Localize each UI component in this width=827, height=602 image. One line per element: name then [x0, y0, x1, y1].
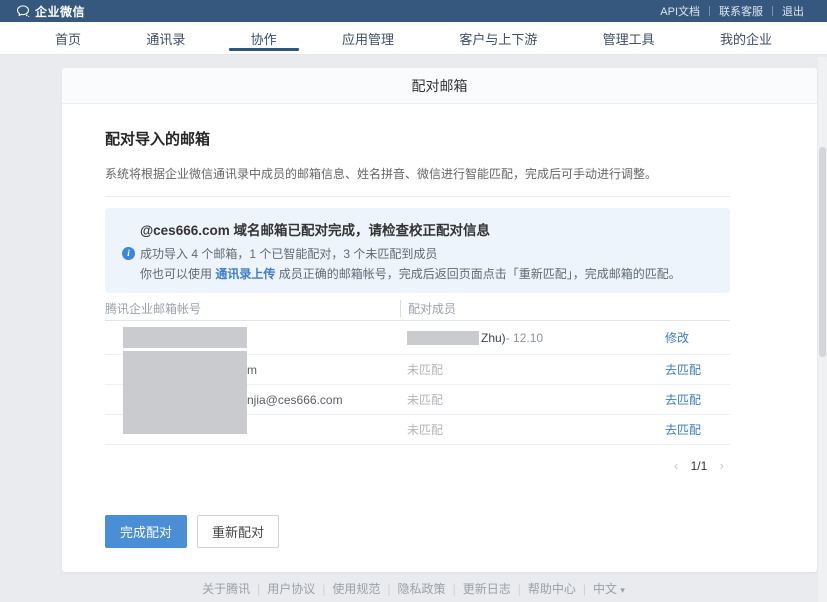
- status-unmatched: 未匹配: [407, 421, 443, 438]
- modify-link[interactable]: 修改: [665, 331, 689, 345]
- pairing-table: 腾讯企业邮箱帐号 配对成员 Zhu) - 12.10 修改 m 未匹配 去匹配 …: [105, 300, 730, 445]
- language-selector[interactable]: 中文 ▾: [593, 582, 625, 596]
- footer-link-rules[interactable]: 使用规范: [332, 582, 380, 596]
- brand[interactable]: 企业微信: [16, 3, 85, 20]
- redacted-member-name: [407, 331, 479, 345]
- section-heading: 配对导入的邮箱: [105, 128, 730, 149]
- pairing-card: 配对邮箱 配对导入的邮箱 系统将根据企业微信通讯录中成员的邮箱信息、姓名拼音、微…: [62, 68, 817, 572]
- status-unmatched: 未匹配: [407, 361, 443, 378]
- topbar-link-api-docs[interactable]: API文档: [651, 3, 709, 19]
- footer: 关于腾讯 | 用户协议 | 使用规范 | 隐私政策 | 更新日志 | 帮助中心 | 中文 ▾: [0, 580, 827, 597]
- footer-link-help[interactable]: 帮助中心: [528, 582, 576, 596]
- main-nav: 首页 通讯录 协作 应用管理 客户与上下游 管理工具 我的企业: [0, 22, 827, 55]
- footer-divider: |: [322, 582, 325, 596]
- notice-summary: 成功导入 4 个邮箱，1 个已智能配对，3 个未匹配到成员: [140, 244, 710, 264]
- redacted-emails-block: [123, 351, 247, 434]
- footer-divider: |: [387, 582, 390, 596]
- go-match-link[interactable]: 去匹配: [665, 393, 701, 407]
- footer-link-about[interactable]: 关于腾讯: [202, 582, 250, 596]
- member-name: Zhu): [481, 331, 506, 345]
- scrollbar-thumb[interactable]: [819, 147, 826, 357]
- topbar: 企业微信 API文档 联系客服 退出: [0, 0, 827, 22]
- page-indicator: 1/1: [691, 459, 708, 473]
- email-fragment: m: [247, 363, 257, 377]
- next-page-icon[interactable]: ›: [720, 458, 724, 473]
- info-icon: i: [122, 247, 135, 260]
- notice-box: i @ces666.com 域名邮箱已配对完成，请检查校正配对信息 成功导入 4…: [105, 208, 730, 293]
- tab-collaboration[interactable]: 协作: [241, 22, 287, 54]
- column-header-email: 腾讯企业邮箱帐号: [105, 300, 400, 317]
- tab-my-company[interactable]: 我的企业: [710, 22, 782, 54]
- notice-hint-suffix: 成员正确的邮箱帐号，完成后返回页面点击「重新匹配」，完成邮箱的匹配。: [275, 267, 680, 281]
- footer-link-agreement[interactable]: 用户协议: [267, 582, 315, 596]
- action-buttons: 完成配对 重新配对: [105, 515, 730, 548]
- status-unmatched: 未匹配: [407, 391, 443, 408]
- pagination: ‹ 1/1 ›: [105, 458, 730, 473]
- topbar-links: API文档 联系客服 退出: [651, 3, 813, 19]
- tab-admin-tools[interactable]: 管理工具: [593, 22, 665, 54]
- footer-divider: |: [257, 582, 260, 596]
- table-header: 腾讯企业邮箱帐号 配对成员: [105, 300, 730, 321]
- section-description: 系统将根据企业微信通讯录中成员的邮箱信息、姓名拼音、微信进行智能匹配，完成后可手…: [105, 165, 730, 182]
- footer-divider: |: [583, 582, 586, 596]
- language-label: 中文: [593, 582, 617, 596]
- column-header-member: 配对成员: [400, 300, 730, 317]
- footer-divider: |: [453, 582, 456, 596]
- topbar-link-logout[interactable]: 退出: [773, 3, 813, 19]
- footer-link-privacy[interactable]: 隐私政策: [398, 582, 446, 596]
- go-match-link[interactable]: 去匹配: [665, 423, 701, 437]
- footer-divider: |: [518, 582, 521, 596]
- wechat-work-logo-icon: [16, 4, 30, 18]
- notice-hint: 你也可以使用 通讯录上传 成员正确的邮箱帐号，完成后返回页面点击「重新匹配」，完…: [140, 264, 710, 284]
- notice-hint-prefix: 你也可以使用: [140, 267, 215, 281]
- tab-customers[interactable]: 客户与上下游: [449, 22, 547, 54]
- table-row: Zhu) - 12.10 修改: [105, 321, 730, 355]
- topbar-link-support[interactable]: 联系客服: [710, 3, 772, 19]
- re-pair-button[interactable]: 重新配对: [197, 515, 279, 548]
- contacts-upload-link[interactable]: 通讯录上传: [215, 267, 275, 281]
- scrollbar[interactable]: [818, 57, 827, 602]
- tab-home[interactable]: 首页: [45, 22, 91, 54]
- email-fragment: njia@ces666.com: [247, 393, 343, 407]
- chevron-down-icon: ▾: [620, 585, 625, 595]
- tab-app-management[interactable]: 应用管理: [332, 22, 404, 54]
- divider: [105, 196, 730, 197]
- footer-link-changelog[interactable]: 更新日志: [463, 582, 511, 596]
- redacted-email: [123, 327, 247, 348]
- prev-page-icon[interactable]: ‹: [674, 458, 678, 473]
- brand-name: 企业微信: [35, 3, 85, 20]
- notice-title: @ces666.com 域名邮箱已配对完成，请检查校正配对信息: [140, 219, 710, 239]
- tab-contacts[interactable]: 通讯录: [136, 22, 195, 54]
- finish-pairing-button[interactable]: 完成配对: [105, 515, 187, 548]
- go-match-link[interactable]: 去匹配: [665, 363, 701, 377]
- member-suffix: - 12.10: [506, 331, 543, 345]
- page-title: 配对邮箱: [62, 68, 817, 104]
